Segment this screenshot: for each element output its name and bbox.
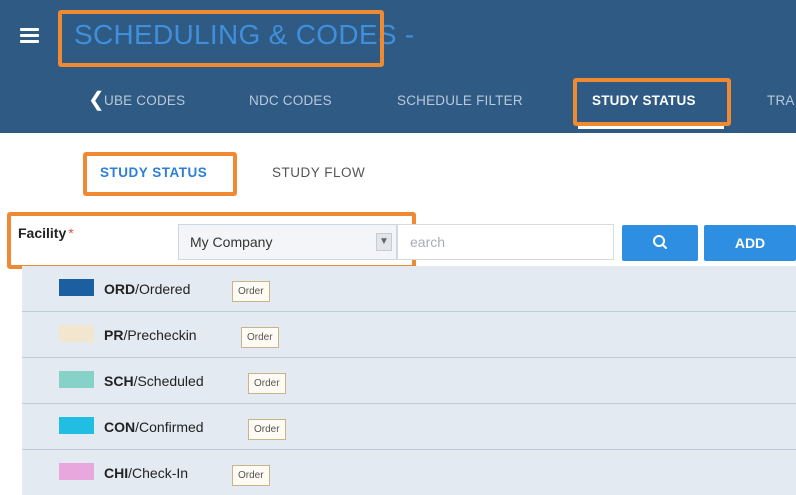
status-code: CON bbox=[104, 419, 136, 435]
chevron-left-icon[interactable]: ❮ bbox=[88, 90, 105, 110]
tab-schedule-filter[interactable]: SCHEDULE FILTER bbox=[397, 93, 523, 108]
status-name: /Check-In bbox=[128, 465, 189, 481]
facility-label: Facility * bbox=[18, 225, 74, 241]
subtab-study-flow[interactable]: STUDY FLOW bbox=[272, 165, 365, 180]
app-header: SCHEDULING & CODES - ❮ UBE CODES NDC COD… bbox=[0, 0, 796, 133]
facility-select-value: My Company bbox=[190, 234, 273, 250]
list-item[interactable]: CHI/Check-In Order bbox=[22, 450, 796, 495]
tab-study-status[interactable]: STUDY STATUS bbox=[592, 93, 696, 108]
dropdown-arrow-icon[interactable]: ▼ bbox=[376, 233, 392, 251]
hamburger-menu-icon[interactable] bbox=[20, 28, 39, 43]
status-name: /Precheckin bbox=[123, 327, 197, 343]
list-item[interactable]: SCH/Scheduled Order bbox=[22, 358, 796, 404]
status-code: ORD bbox=[104, 281, 136, 297]
page-title: SCHEDULING & CODES - bbox=[74, 19, 415, 50]
required-asterisk: * bbox=[68, 225, 74, 241]
add-button[interactable]: ADD bbox=[704, 225, 796, 261]
active-tab-indicator bbox=[578, 125, 724, 129]
order-button[interactable]: Order bbox=[248, 419, 286, 440]
status-code: PR bbox=[104, 327, 124, 343]
status-color-swatch bbox=[59, 371, 94, 388]
status-name: /Confirmed bbox=[135, 419, 204, 435]
status-name: /Ordered bbox=[135, 281, 191, 297]
status-code: CHI bbox=[104, 465, 129, 481]
search-button[interactable] bbox=[622, 225, 698, 261]
order-button[interactable]: Order bbox=[248, 373, 286, 394]
subtab-study-status[interactable]: STUDY STATUS bbox=[100, 165, 207, 180]
status-color-swatch bbox=[59, 279, 94, 296]
search-input[interactable] bbox=[397, 224, 614, 260]
status-color-swatch bbox=[59, 463, 94, 480]
status-color-swatch bbox=[59, 325, 94, 342]
tab-truncated[interactable]: TRA bbox=[767, 93, 795, 108]
list-item[interactable]: CON/Confirmed Order bbox=[22, 404, 796, 450]
tab-ube-codes[interactable]: UBE CODES bbox=[104, 93, 185, 108]
status-name: /Scheduled bbox=[133, 373, 204, 389]
status-color-swatch bbox=[59, 417, 94, 434]
status-code: SCH bbox=[104, 373, 134, 389]
tab-bar: ❮ UBE CODES NDC CODES SCHEDULE FILTER ST… bbox=[0, 66, 796, 133]
study-status-list: ORD/Ordered Order PR/Precheckin Order SC… bbox=[22, 266, 796, 495]
list-item[interactable]: PR/Precheckin Order bbox=[22, 312, 796, 358]
order-button[interactable]: Order bbox=[232, 281, 270, 302]
search-icon bbox=[653, 235, 667, 249]
order-button[interactable]: Order bbox=[241, 327, 279, 348]
tab-ndc-codes[interactable]: NDC CODES bbox=[249, 93, 332, 108]
order-button[interactable]: Order bbox=[232, 465, 270, 486]
list-item[interactable]: ORD/Ordered Order bbox=[22, 266, 796, 312]
facility-select[interactable]: My Company ▼ bbox=[178, 224, 397, 260]
